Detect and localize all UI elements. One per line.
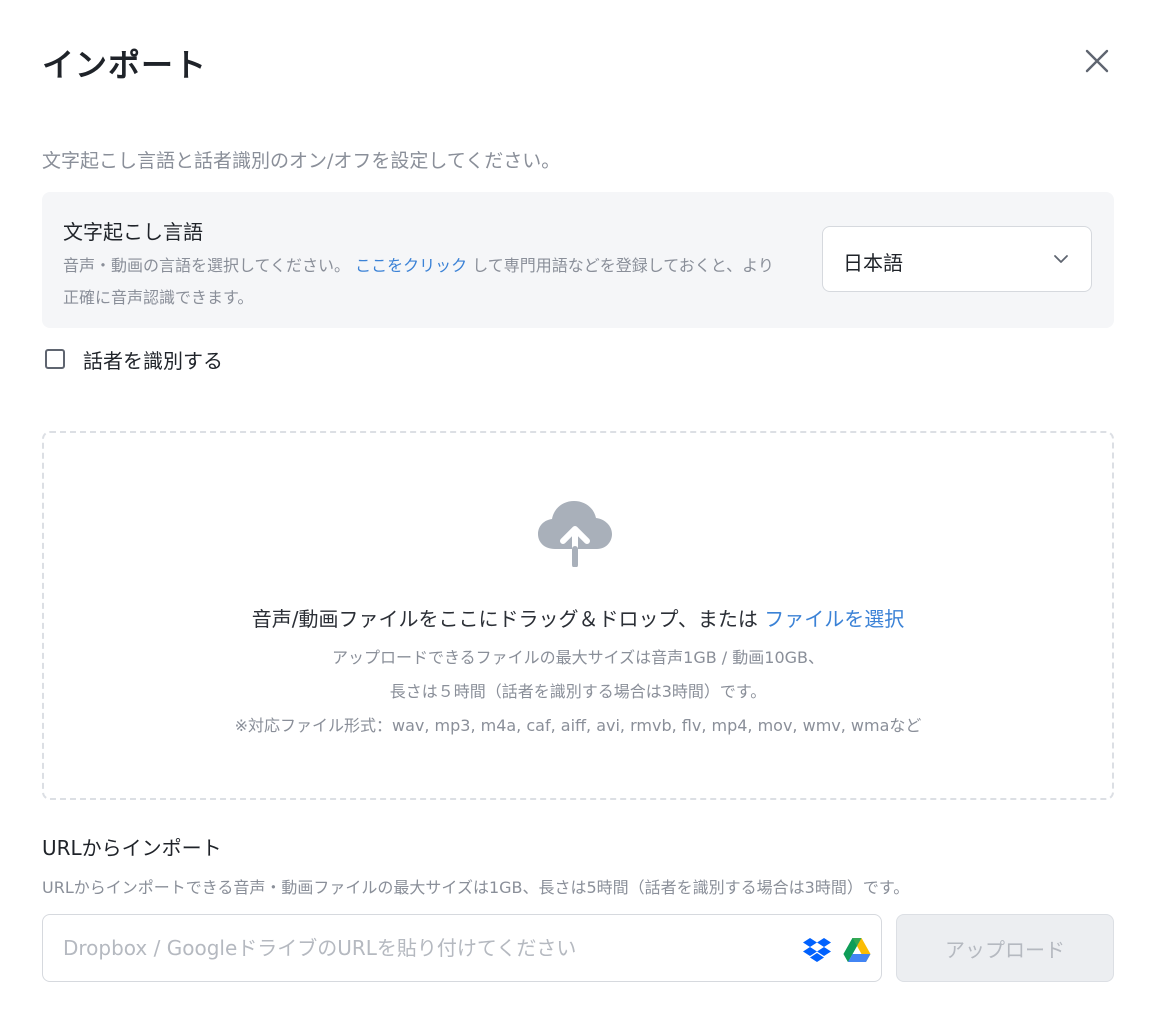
close-button[interactable]: [1082, 46, 1112, 76]
language-title: 文字起こし言語: [63, 220, 203, 244]
url-import-description: URLからインポートできる音声・動画ファイルの最大サイズは1GB、長さは5時間（…: [42, 878, 910, 897]
dropzone-info-line: 長さは５時間（話者を識別する場合は3時間）です。: [389, 682, 767, 701]
dropzone-instruction: 音声/動画ファイルをここにドラッグ＆ドロップ、または: [251, 607, 758, 631]
dropzone-info-line: ※対応ファイル形式：wav, mp3, m4a, caf, aiff, avi,…: [234, 716, 922, 735]
upload-button[interactable]: アップロード: [896, 914, 1114, 982]
dropzone-info: アップロードできるファイルの最大サイズは音声1GB / 動画10GB、 長さは５…: [44, 641, 1112, 743]
select-file-link[interactable]: ファイルを選択: [764, 607, 904, 631]
dropzone-main-text: 音声/動画ファイルをここにドラッグ＆ドロップ、または ファイルを選択: [44, 603, 1112, 632]
url-import-title: URLからインポート: [42, 836, 222, 860]
url-input-container: [42, 914, 882, 982]
google-drive-icon[interactable]: [843, 937, 871, 963]
dropzone-info-line: アップロードできるファイルの最大サイズは音声1GB / 動画10GB、: [331, 648, 825, 667]
close-icon: [1085, 49, 1109, 73]
language-settings-panel: 文字起こし言語 音声・動画の言語を選択してください。 ここをクリック して専門用…: [42, 192, 1114, 328]
import-dialog: インポート 文字起こし言語と話者識別のオン/オフを設定してください。 文字起こし…: [0, 0, 1160, 1012]
url-input[interactable]: [63, 933, 793, 963]
file-dropzone[interactable]: 音声/動画ファイルをここにドラッグ＆ドロップ、または ファイルを選択 アップロー…: [42, 431, 1114, 800]
speaker-identification-label[interactable]: 話者を識別する: [83, 345, 223, 374]
dialog-intro: 文字起こし言語と話者識別のオン/オフを設定してください。: [42, 150, 561, 172]
dialog-title: インポート: [42, 46, 208, 84]
dropbox-icon[interactable]: [803, 937, 831, 963]
speaker-identification-checkbox[interactable]: [45, 349, 65, 369]
cloud-upload-icon: [538, 501, 612, 567]
language-desc-text: 音声・動画の言語を選択してください。: [63, 256, 351, 275]
language-selected-value: 日本語: [843, 251, 903, 275]
custom-terms-link[interactable]: ここをクリック: [355, 256, 467, 275]
speaker-identification-row[interactable]: 話者を識別する: [45, 345, 223, 374]
language-select[interactable]: 日本語: [822, 226, 1092, 292]
chevron-down-icon: [1054, 255, 1068, 263]
language-description: 音声・動画の言語を選択してください。 ここをクリック して専門用語などを登録して…: [63, 250, 783, 314]
